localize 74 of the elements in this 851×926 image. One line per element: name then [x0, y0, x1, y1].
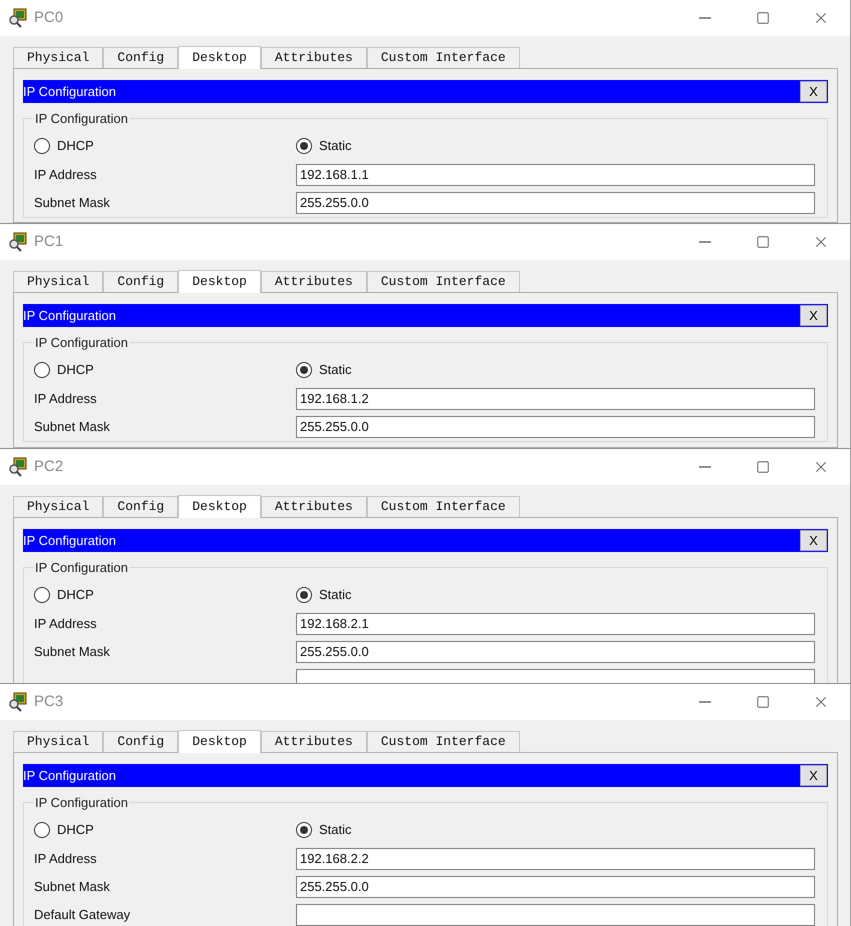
window-title: PC3 [34, 692, 64, 712]
tab[interactable]: Physical [13, 496, 104, 517]
tab[interactable]: Physical [13, 47, 104, 68]
panel-title: IP Configuration [23, 82, 116, 101]
input-field[interactable]: 255.255.0.0 [296, 192, 815, 214]
tab[interactable]: Config [103, 47, 178, 68]
input-field[interactable]: 192.168.1.1 [296, 164, 815, 186]
input-field[interactable]: 255.255.0.0 [296, 876, 815, 898]
radio-option[interactable]: DHCP [34, 820, 94, 840]
tab[interactable]: Desktop [178, 46, 261, 69]
input-field[interactable]: 192.168.2.1 [296, 612, 815, 634]
close-panel-button[interactable]: X [800, 530, 827, 551]
window-title: PC0 [34, 8, 64, 28]
input-field[interactable]: 192.168.1.2 [296, 388, 815, 410]
tab[interactable]: Desktop [178, 730, 261, 753]
tab[interactable]: Desktop [178, 270, 261, 293]
tab[interactable]: Attributes [260, 47, 367, 68]
group-title: IP Configuration [34, 794, 129, 812]
panel-title: IP Configuration [23, 306, 116, 325]
pc-icon [8, 692, 28, 712]
field-label: Subnet Mask [34, 878, 111, 896]
tab[interactable]: Config [103, 271, 178, 292]
maximize-icon [756, 11, 770, 25]
input-field[interactable]: 255.255.0.0 [296, 640, 815, 662]
field-label: Subnet Mask [34, 194, 111, 212]
minimize-icon [699, 17, 711, 19]
group-title: IP Configuration [34, 110, 129, 128]
radio-option[interactable]: Static [296, 136, 352, 156]
field-label: IP Address [34, 166, 98, 184]
tab[interactable]: Custom Interface [366, 731, 520, 752]
radio-option[interactable]: Static [296, 584, 352, 604]
input-field[interactable]: 255.255.0.0 [296, 416, 815, 438]
radio-option[interactable]: Static [296, 820, 352, 840]
radio-option[interactable]: DHCP [34, 136, 94, 156]
tab[interactable]: Config [103, 731, 178, 752]
tab[interactable]: Physical [13, 271, 104, 292]
group-title: IP Configuration [34, 559, 129, 577]
field-label: IP Address [34, 390, 98, 408]
field-label: Subnet Mask [34, 642, 111, 661]
pc-icon [8, 232, 28, 252]
field-label: IP Address [34, 614, 98, 633]
input-field[interactable]: 192.168.2.2 [296, 848, 815, 870]
pc-icon [8, 457, 28, 477]
minimize-icon [699, 466, 711, 468]
maximize-icon [756, 460, 770, 474]
maximize-icon [756, 235, 770, 249]
tab[interactable]: Attributes [260, 496, 367, 517]
panel-title: IP Configuration [23, 766, 116, 785]
pc-icon [8, 8, 28, 28]
tab[interactable]: Config [103, 496, 178, 517]
tab[interactable]: Custom Interface [366, 271, 520, 292]
tab[interactable]: Custom Interface [366, 496, 520, 517]
tab[interactable]: Desktop [178, 495, 261, 518]
radio-option[interactable]: Static [296, 360, 352, 380]
window-title: PC1 [34, 232, 64, 252]
group-title: IP Configuration [34, 334, 129, 352]
tab[interactable]: Custom Interface [366, 47, 520, 68]
radio-option[interactable]: DHCP [34, 584, 94, 604]
close-panel-button[interactable]: X [800, 305, 827, 326]
minimize-icon [699, 701, 711, 703]
maximize-icon [756, 695, 770, 709]
field-label: IP Address [34, 850, 98, 868]
minimize-icon [699, 241, 711, 243]
window-title: PC2 [34, 456, 64, 477]
field-label: Subnet Mask [34, 418, 111, 436]
tab[interactable]: Physical [13, 731, 104, 752]
tab[interactable]: Attributes [260, 271, 367, 292]
close-panel-button[interactable]: X [800, 81, 827, 102]
tab[interactable]: Attributes [260, 731, 367, 752]
field-label: Default Gateway [34, 906, 132, 924]
panel-title: IP Configuration [23, 532, 116, 550]
input-field[interactable] [296, 904, 815, 926]
radio-option[interactable]: DHCP [34, 360, 94, 380]
close-panel-button[interactable]: X [800, 765, 827, 786]
